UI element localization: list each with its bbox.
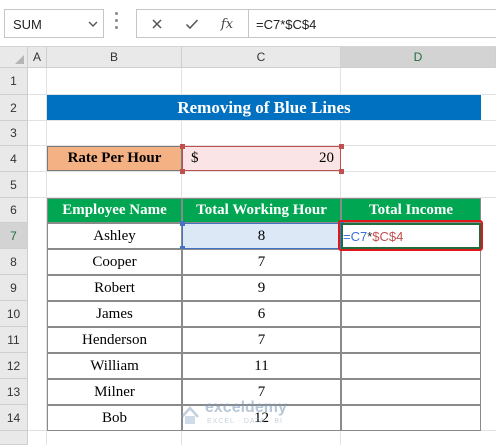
row-header-14[interactable]: 14 [0, 405, 28, 431]
table-cell-income[interactable] [341, 249, 481, 275]
watermark-name: exceldemy [205, 399, 287, 416]
watermark: exceldemy EXCEL · DATA · BI [176, 398, 326, 432]
formula-input[interactable]: =C7*$C$4 [248, 9, 496, 38]
formula-bar-resize-handle[interactable] [113, 12, 119, 34]
table-cell-name[interactable]: Ashley [47, 223, 182, 249]
gridline [28, 171, 496, 172]
table-cell-hours[interactable]: 7 [182, 249, 341, 275]
column-header-d[interactable]: D [341, 47, 496, 68]
row-header-10[interactable]: 10 [0, 301, 28, 327]
table-cell-income[interactable] [341, 353, 481, 379]
row-header-7[interactable]: 7 [0, 223, 28, 249]
select-all-triangle [15, 55, 24, 64]
column-header-c[interactable]: C [182, 47, 341, 68]
name-box-value: SUM [13, 17, 42, 32]
table-cell-hours[interactable]: 9 [182, 275, 341, 301]
column-header-b[interactable]: B [47, 47, 182, 68]
row-header-6[interactable]: 6 [0, 198, 28, 223]
row-header-1[interactable]: 1 [0, 68, 28, 95]
row-header-9[interactable]: 9 [0, 275, 28, 301]
range-handle[interactable] [180, 221, 185, 226]
insert-function-icon[interactable]: fx [216, 14, 238, 34]
select-all-button[interactable] [0, 47, 28, 68]
range-handle[interactable] [339, 169, 344, 174]
formula-bar: SUM fx =C7*$C$4 [0, 0, 496, 47]
table-cell-income[interactable] [341, 301, 481, 327]
rate-number: 20 [319, 150, 334, 166]
range-handle[interactable] [339, 144, 344, 149]
row-header-3[interactable]: 3 [0, 121, 28, 146]
rate-value-cell[interactable]: $ 20 [182, 146, 341, 171]
table-cell-income[interactable] [341, 405, 481, 431]
sheet-title: Removing of Blue Lines [47, 95, 481, 120]
row-header-8[interactable]: 8 [0, 249, 28, 275]
table-header-total-working-hour[interactable]: Total Working Hour [182, 198, 341, 223]
row-header-12[interactable]: 12 [0, 353, 28, 379]
table-cell-income[interactable] [341, 275, 481, 301]
row-header-2[interactable]: 2 [0, 95, 28, 121]
rate-label-cell[interactable]: Rate Per Hour [47, 146, 182, 171]
gridline [28, 120, 496, 121]
check-icon[interactable] [181, 14, 203, 34]
row-header-15[interactable] [0, 431, 28, 445]
table-cell-hours[interactable]: 7 [182, 327, 341, 353]
row-header-5[interactable]: 5 [0, 172, 28, 198]
table-cell-income[interactable] [341, 327, 481, 353]
table-cell-name[interactable]: William [47, 353, 182, 379]
range-handle[interactable] [180, 144, 185, 149]
table-cell-name[interactable]: Henderson [47, 327, 182, 353]
table-cell-name[interactable]: Bob [47, 405, 182, 431]
table-cell-hours[interactable]: 11 [182, 353, 341, 379]
table-cell-name[interactable]: Cooper [47, 249, 182, 275]
highlight-outline [338, 220, 483, 251]
table-header-employee-name[interactable]: Employee Name [47, 198, 182, 223]
formula-bar-buttons: fx [136, 9, 248, 38]
name-box[interactable]: SUM [4, 9, 104, 38]
referenced-cell-c7[interactable]: 8 [182, 223, 341, 249]
chevron-down-icon[interactable] [88, 20, 98, 28]
table-cell-hours[interactable]: 6 [182, 301, 341, 327]
row-header-4[interactable]: 4 [0, 146, 28, 172]
table-cell-name[interactable]: Robert [47, 275, 182, 301]
rate-currency: $ [191, 150, 199, 166]
table-cell-name[interactable]: James [47, 301, 182, 327]
table-cell-name[interactable]: Milner [47, 379, 182, 405]
watermark-sub: EXCEL · DATA · BI [207, 418, 283, 425]
exceldemy-logo-icon [181, 406, 199, 424]
formula-text: =C7*$C$4 [256, 17, 317, 32]
table-cell-income[interactable] [341, 379, 481, 405]
row-header-13[interactable]: 13 [0, 379, 28, 405]
range-handle[interactable] [180, 169, 185, 174]
close-icon[interactable] [146, 14, 168, 34]
column-header-a[interactable]: A [28, 47, 47, 68]
row-header-11[interactable]: 11 [0, 327, 28, 353]
